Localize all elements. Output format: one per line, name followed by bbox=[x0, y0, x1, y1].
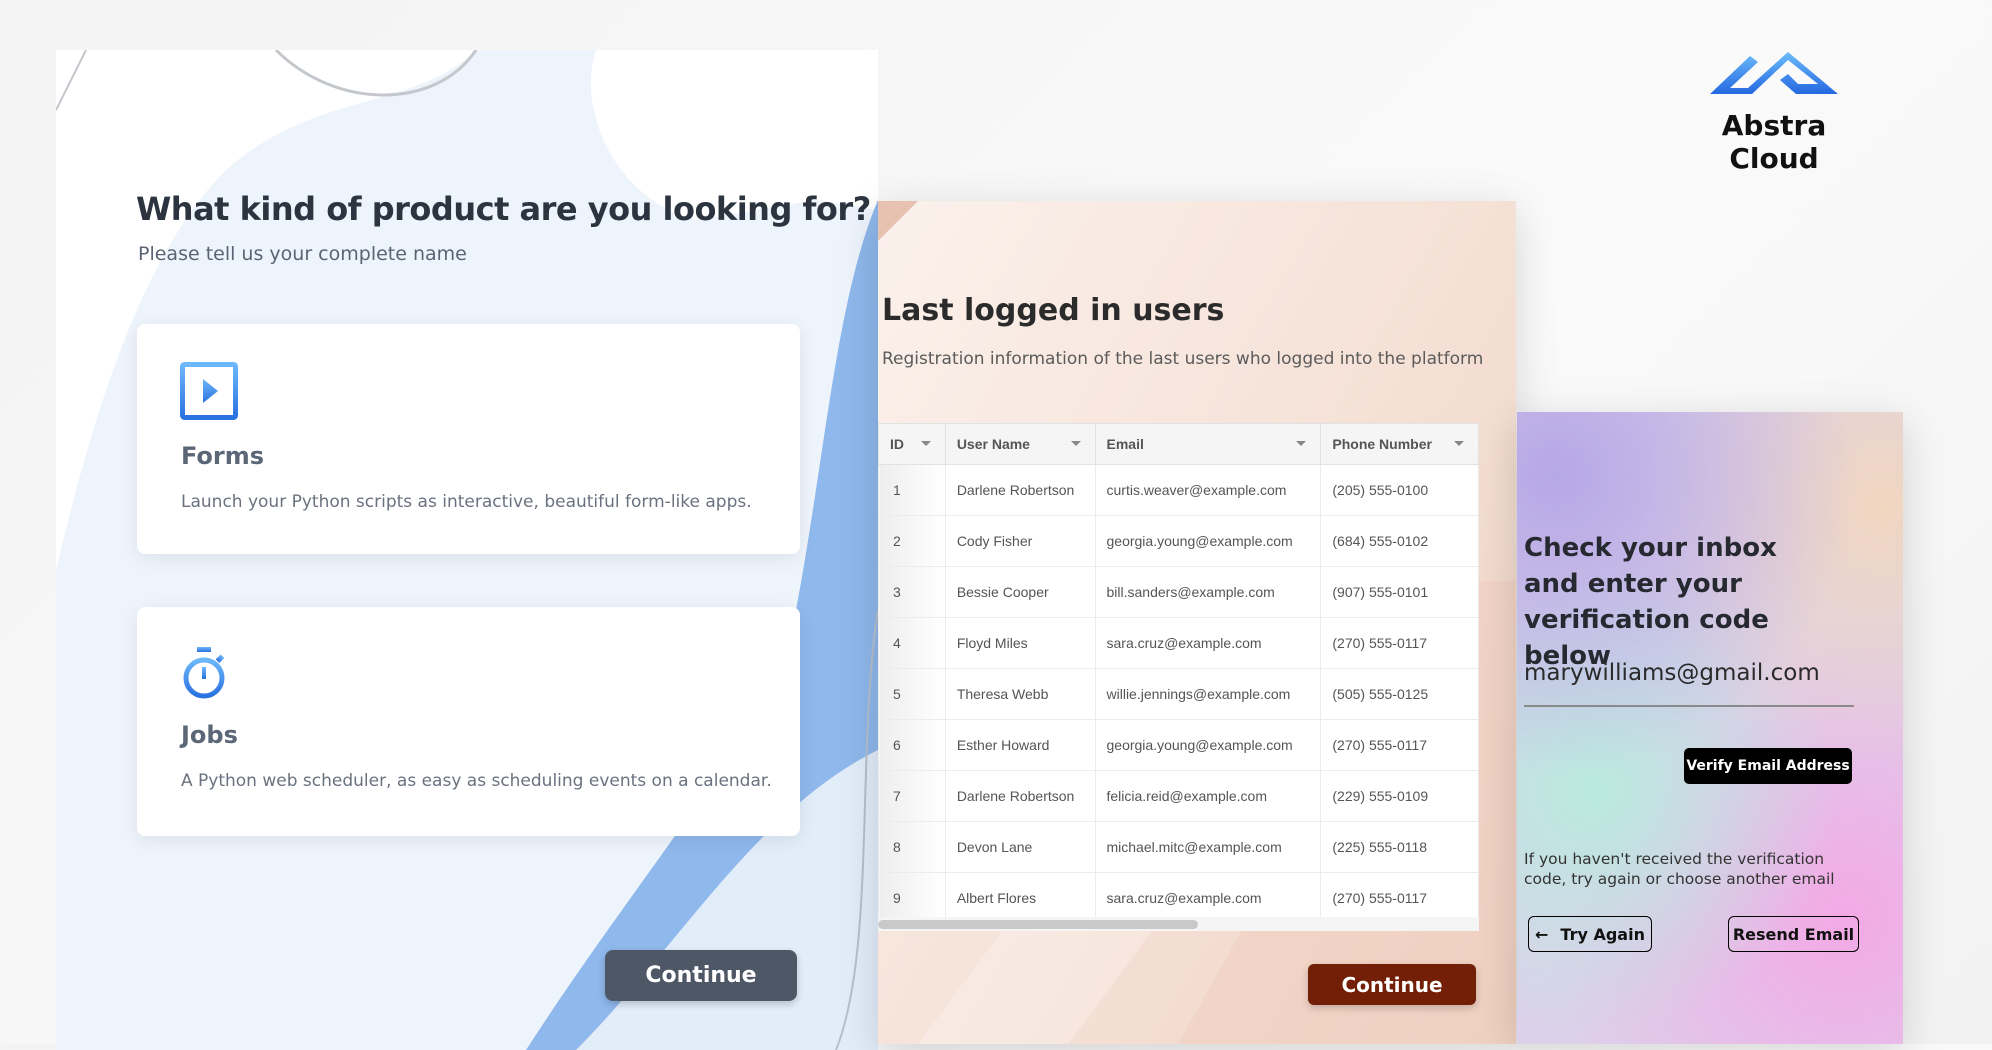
email-field-underline bbox=[1524, 705, 1854, 707]
verify-email-button[interactable]: Verify Email Address bbox=[1684, 748, 1852, 784]
table-cell: Devon Lane bbox=[944, 821, 1096, 873]
table-cell: 8 bbox=[878, 821, 946, 873]
table-cell: Darlene Robertson bbox=[944, 464, 1096, 516]
table-cell: curtis.weaver@example.com bbox=[1094, 464, 1322, 516]
page-title: Last logged in users bbox=[882, 293, 1225, 328]
table-row[interactable]: 8 Devon Lane michael.mitc@example.com (225)… bbox=[878, 821, 1479, 873]
option-description: A Python web scheduler, as easy as sched… bbox=[181, 771, 772, 791]
column-header[interactable]: User Name bbox=[944, 423, 1096, 465]
table-cell: Bessie Cooper bbox=[944, 566, 1096, 618]
table-cell: Cody Fisher bbox=[944, 515, 1096, 567]
table-cell: (270) 555-0117 bbox=[1320, 872, 1479, 924]
page-title: What kind of product are you looking for… bbox=[136, 190, 871, 228]
table-cell: Albert Flores bbox=[944, 872, 1096, 924]
table-cell: (907) 555-0101 bbox=[1320, 566, 1479, 618]
table-row[interactable]: 3 Bessie Cooper bill.sanders@example.com (9… bbox=[878, 566, 1479, 618]
brand-name: Abstra Cloud bbox=[1721, 109, 1827, 175]
table-cell: 3 bbox=[878, 566, 946, 618]
table-cell: 2 bbox=[878, 515, 946, 567]
table-cell: 7 bbox=[878, 770, 946, 822]
table-cell: georgia.young@example.com bbox=[1094, 515, 1322, 567]
verify-email-screen: Check your inbox and enter your verifica… bbox=[1517, 412, 1903, 1044]
table-cell: 6 bbox=[878, 719, 946, 771]
table-row[interactable]: 6 Esther Howard georgia.young@example.com(… bbox=[878, 719, 1479, 771]
table-cell: sara.cruz@example.com bbox=[1094, 617, 1322, 669]
table-cell: (505) 555-0125 bbox=[1320, 668, 1479, 720]
abstra-logo-icon bbox=[1710, 52, 1838, 94]
table-cell: michael.mitc@example.com bbox=[1094, 821, 1322, 873]
table-cell: Floyd Miles bbox=[944, 617, 1096, 669]
help-text: If you haven't received the verification… bbox=[1524, 850, 1835, 888]
page-subtitle: Registration information of the last use… bbox=[882, 349, 1484, 369]
users-table: ID User Name Email Phone Number 1 Darlene Ro… bbox=[878, 423, 1479, 924]
scrollbar-thumb[interactable] bbox=[878, 920, 1198, 929]
table-row[interactable]: 4 Floyd Miles sara.cruz@example.com (270) 5… bbox=[878, 617, 1479, 669]
column-header-label: Phone Number bbox=[1332, 436, 1432, 452]
column-header[interactable]: Phone Number bbox=[1320, 423, 1479, 465]
continue-button[interactable]: Continue bbox=[605, 950, 797, 1001]
option-description: Launch your Python scripts as interactiv… bbox=[181, 492, 752, 512]
table-cell: felicia.reid@example.com bbox=[1094, 770, 1322, 822]
table-cell: Esther Howard bbox=[944, 719, 1096, 771]
table-cell: sara.cruz@example.com bbox=[1094, 872, 1322, 924]
option-name: Jobs bbox=[181, 721, 238, 749]
column-header[interactable]: ID bbox=[878, 423, 946, 465]
resend-email-button[interactable]: Resend Email bbox=[1728, 916, 1859, 952]
table-row[interactable]: 5 Theresa Webb willie.jennings@example.com… bbox=[878, 668, 1479, 720]
table-row[interactable]: 2 Cody Fisher georgia.young@example.com (68… bbox=[878, 515, 1479, 567]
sort-dropdown-icon[interactable] bbox=[1454, 441, 1464, 446]
table-cell: willie.jennings@example.com bbox=[1094, 668, 1322, 720]
table-cell: georgia.young@example.com bbox=[1094, 719, 1322, 771]
option-card-forms[interactable]: Forms Launch your Python scripts as inte… bbox=[137, 324, 800, 554]
stopwatch-icon bbox=[183, 647, 225, 699]
option-name: Forms bbox=[181, 442, 265, 470]
table-cell: 9 bbox=[878, 872, 946, 924]
column-header-label: Email bbox=[1106, 436, 1144, 452]
table-cell: 1 bbox=[878, 464, 946, 516]
column-header-label: User Name bbox=[956, 436, 1030, 452]
email-field[interactable]: marywilliams@gmail.com bbox=[1524, 660, 1820, 686]
arrow-left-icon: ← bbox=[1535, 924, 1549, 944]
table-cell: (229) 555-0109 bbox=[1320, 770, 1479, 822]
sort-dropdown-icon[interactable] bbox=[1070, 441, 1081, 446]
last-users-screen: Last logged in users Registration inform… bbox=[878, 201, 1516, 1044]
try-again-button[interactable]: ← Try Again bbox=[1528, 916, 1652, 952]
continue-button[interactable]: Continue bbox=[1308, 964, 1476, 1005]
sort-dropdown-icon[interactable] bbox=[920, 441, 931, 446]
table-cell: 5 bbox=[878, 668, 946, 720]
table-cell: (684) 555-0102 bbox=[1320, 515, 1479, 567]
table-cell: Theresa Webb bbox=[944, 668, 1096, 720]
play-square-icon bbox=[180, 362, 238, 420]
table-cell: Darlene Robertson bbox=[944, 770, 1096, 822]
table-cell: 4 bbox=[878, 617, 946, 669]
page-title: Check your inbox and enter your verifica… bbox=[1524, 533, 1777, 671]
product-selection-screen: What kind of product are you looking for… bbox=[56, 50, 878, 1050]
table-cell: (205) 555-0100 bbox=[1320, 464, 1479, 516]
column-header[interactable]: Email bbox=[1094, 423, 1322, 465]
table-row[interactable]: 7 Darlene Robertson felicia.reid@example.c… bbox=[878, 770, 1479, 822]
page-subtitle: Please tell us your complete name bbox=[138, 243, 467, 265]
column-header-label: ID bbox=[890, 436, 904, 452]
try-again-label: Try Again bbox=[1560, 924, 1645, 944]
table-row[interactable]: 1 Darlene Robertson curtis.weaver@example.… bbox=[878, 464, 1479, 516]
table-cell: (270) 555-0117 bbox=[1320, 719, 1479, 771]
horizontal-scrollbar[interactable] bbox=[878, 917, 1479, 931]
table-cell: bill.sanders@example.com bbox=[1094, 566, 1322, 618]
option-card-jobs[interactable]: Jobs A Python web scheduler, as easy as … bbox=[137, 607, 800, 836]
sort-dropdown-icon[interactable] bbox=[1296, 441, 1307, 446]
table-cell: (270) 555-0117 bbox=[1320, 617, 1479, 669]
table-row[interactable]: 9 Albert Flores sara.cruz@example.com (270)… bbox=[878, 872, 1479, 924]
table-cell: (225) 555-0118 bbox=[1320, 821, 1479, 873]
